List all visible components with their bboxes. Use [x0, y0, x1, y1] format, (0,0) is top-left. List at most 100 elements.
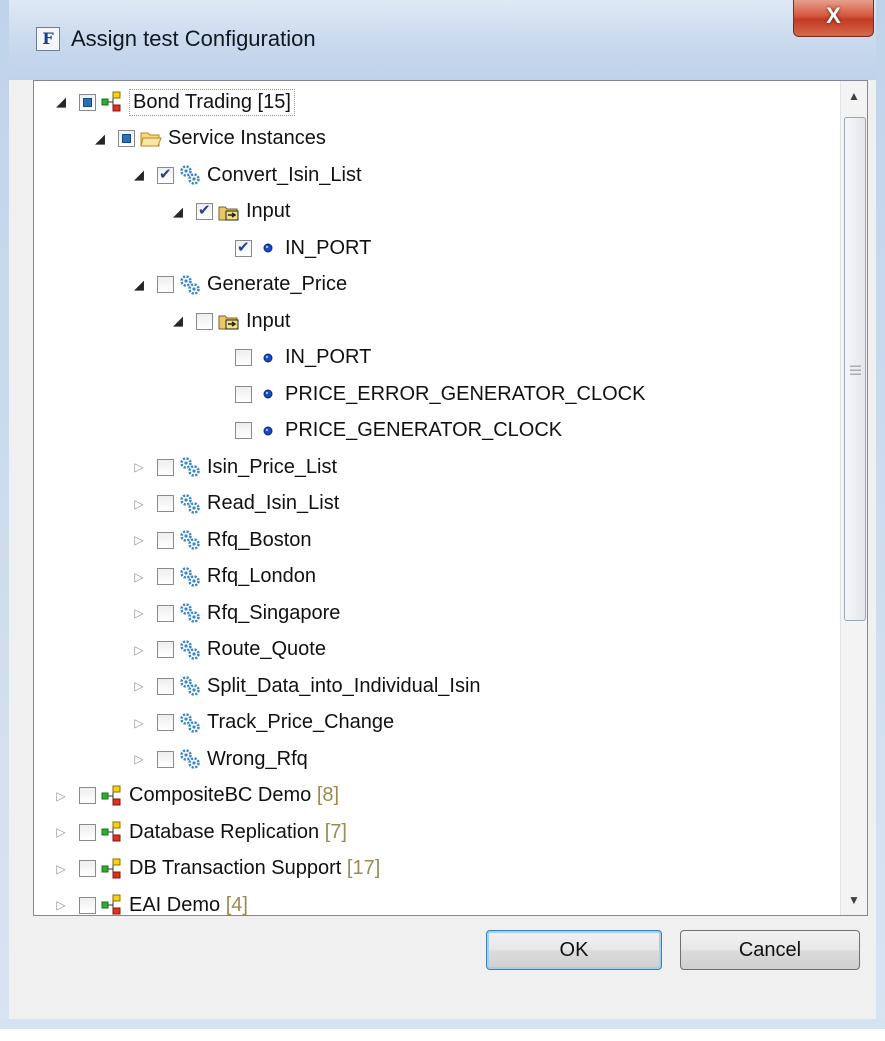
collapse-arrow-icon[interactable]: ▷	[131, 532, 147, 548]
port-dot-icon	[257, 237, 279, 259]
expand-arrow-icon[interactable]: ◢	[53, 94, 69, 110]
tree-row[interactable]: ▷ Split_Data_into_Individual_Isin	[131, 668, 481, 704]
tree-row[interactable]: ◢ Input	[170, 194, 290, 230]
tree-checkbox[interactable]	[157, 604, 174, 622]
collapse-arrow-icon[interactable]: ▷	[53, 861, 69, 877]
tree-item-label[interactable]: Convert_Isin_List	[207, 164, 362, 187]
collapse-arrow-icon[interactable]: ▷	[53, 788, 69, 804]
tree-checkbox[interactable]	[157, 677, 174, 695]
tree-item-label[interactable]: Database Replication [7]	[129, 821, 347, 844]
tree-checkbox[interactable]	[79, 787, 96, 804]
tree-item-label[interactable]: Rfq_Singapore	[207, 602, 340, 625]
tree-item-label[interactable]: Input	[246, 310, 290, 333]
collapse-arrow-icon[interactable]: ▷	[131, 751, 147, 767]
tree-checkbox[interactable]	[157, 641, 174, 658]
collapse-arrow-icon[interactable]: ▷	[131, 459, 147, 475]
tree-row[interactable]: ▷ DB Transaction Support [17]	[53, 851, 380, 887]
tree-item-label[interactable]: PRICE_ERROR_GENERATOR_CLOCK	[285, 383, 645, 406]
tree-checkbox[interactable]	[235, 422, 252, 439]
tree-item-label[interactable]: Input	[246, 200, 290, 223]
tree-item-label[interactable]: Rfq_Boston	[207, 529, 312, 552]
tree-row[interactable]: ◢ Convert_Isin_List	[131, 157, 362, 193]
tree-checkbox[interactable]	[157, 568, 174, 585]
tree-row[interactable]: ▷ Rfq_Boston	[131, 522, 312, 558]
tree-checkbox[interactable]	[235, 385, 252, 403]
tree-item-label[interactable]: Rfq_London	[207, 565, 316, 588]
tree-item-label[interactable]: Split_Data_into_Individual_Isin	[207, 675, 481, 698]
tree-row[interactable]: ▷ Isin_Price_List	[131, 449, 337, 485]
tree-item-label[interactable]: PRICE_GENERATOR_CLOCK	[285, 419, 562, 442]
tree-row[interactable]: ▷ CompositeBC Demo [8]	[53, 778, 339, 814]
expand-arrow-icon[interactable]: ◢	[170, 204, 186, 220]
tree-checkbox[interactable]	[157, 714, 174, 731]
collapse-arrow-icon[interactable]: ▷	[131, 605, 147, 621]
tree-row[interactable]: ▷ Wrong_Rfq	[131, 741, 308, 777]
collapse-arrow-icon[interactable]: ▷	[53, 824, 69, 840]
expand-arrow-icon[interactable]: ◢	[131, 167, 147, 183]
tree-checkbox[interactable]	[79, 860, 96, 877]
tree-row[interactable]: ◢ Service Instances	[92, 121, 326, 157]
collapse-arrow-icon[interactable]: ▷	[131, 715, 147, 731]
tree-checkbox[interactable]	[196, 201, 213, 220]
tree-item-label[interactable]: EAI Demo [4]	[129, 894, 248, 916]
tree-item-label[interactable]: Service Instances	[168, 127, 326, 150]
vertical-scrollbar[interactable]: ▲ — — — ▼	[840, 81, 867, 915]
scroll-up-arrow-icon[interactable]: ▲	[841, 81, 867, 111]
tree-checkbox[interactable]	[79, 896, 96, 914]
tree-checkbox[interactable]	[235, 349, 252, 366]
tree-row[interactable]: ◢ Bond Trading [15]	[53, 84, 295, 120]
collapse-arrow-icon[interactable]: ▷	[53, 897, 69, 913]
collapse-arrow-icon[interactable]: ▷	[131, 642, 147, 658]
scrollbar-thumb[interactable]: — — —	[844, 117, 866, 621]
tree-row[interactable]: ▷ Rfq_Singapore	[131, 595, 340, 631]
tree-row[interactable]: ▷ Database Replication [7]	[53, 814, 347, 850]
tree-item-label[interactable]: IN_PORT	[285, 346, 371, 369]
tree-item-label[interactable]: Read_Isin_List	[207, 492, 339, 515]
tree-row[interactable]: ▷ Rfq_London	[131, 559, 316, 595]
tree-item-label[interactable]: Generate_Price	[207, 273, 347, 296]
tree-row[interactable]: ▷ EAI Demo [4]	[53, 887, 248, 916]
tree-item-label[interactable]: DB Transaction Support [17]	[129, 857, 380, 880]
tree-checkbox[interactable]	[118, 130, 135, 147]
tree-row[interactable]: ◢ Generate_Price	[131, 267, 347, 303]
tree-row[interactable]: PRICE_ERROR_GENERATOR_CLOCK	[209, 376, 645, 412]
scroll-down-arrow-icon[interactable]: ▼	[841, 885, 867, 915]
tree-checkbox[interactable]	[157, 531, 174, 549]
collapse-arrow-icon[interactable]: ▷	[131, 496, 147, 512]
tree-row[interactable]: ◢ Input	[170, 303, 290, 339]
cancel-button[interactable]: Cancel	[680, 930, 860, 970]
tree-row[interactable]: IN_PORT	[209, 230, 371, 266]
tree-item-label[interactable]: Isin_Price_List	[207, 456, 337, 479]
tree-item-label[interactable]: Bond Trading [15]	[129, 88, 295, 116]
tree-row[interactable]: IN_PORT	[209, 340, 371, 376]
expand-arrow-icon[interactable]: ◢	[170, 313, 186, 329]
tree-item-label[interactable]: Track_Price_Change	[207, 711, 394, 734]
tree-row[interactable]: ▷ Read_Isin_List	[131, 486, 339, 522]
collapse-arrow-icon[interactable]: ▷	[131, 569, 147, 585]
tree-row[interactable]: ▷ Track_Price_Change	[131, 705, 394, 741]
tree-item-label[interactable]: Wrong_Rfq	[207, 748, 308, 771]
tree-checkbox[interactable]	[157, 495, 174, 512]
tree-item-label[interactable]: Route_Quote	[207, 638, 326, 661]
tree-checkbox[interactable]	[235, 238, 252, 257]
tree-item-label[interactable]: CompositeBC Demo [8]	[129, 784, 339, 807]
service-gear-icon	[179, 529, 201, 551]
tree-checkbox[interactable]	[79, 93, 96, 111]
tree-item-count: [8]	[316, 784, 340, 806]
tree-checkbox[interactable]	[157, 750, 174, 768]
close-button[interactable]: X	[793, 0, 874, 37]
tree-checkbox[interactable]	[157, 276, 174, 293]
tree-checkbox[interactable]	[79, 823, 96, 841]
configuration-tree[interactable]: ◢ Bond Trading [15] ◢ Service Instances ◢ Con…	[33, 80, 868, 916]
title-bar[interactable]: F Assign test Configuration	[9, 0, 876, 80]
tree-checkbox[interactable]	[157, 458, 174, 476]
expand-arrow-icon[interactable]: ◢	[131, 277, 147, 293]
tree-item-label[interactable]: IN_PORT	[285, 237, 371, 260]
expand-arrow-icon[interactable]: ◢	[92, 131, 108, 147]
tree-row[interactable]: ▷ Route_Quote	[131, 632, 326, 668]
tree-checkbox[interactable]	[157, 165, 174, 184]
collapse-arrow-icon[interactable]: ▷	[131, 678, 147, 694]
tree-row[interactable]: PRICE_GENERATOR_CLOCK	[209, 413, 562, 449]
ok-button[interactable]: OK	[486, 930, 662, 970]
tree-checkbox[interactable]	[196, 312, 213, 330]
